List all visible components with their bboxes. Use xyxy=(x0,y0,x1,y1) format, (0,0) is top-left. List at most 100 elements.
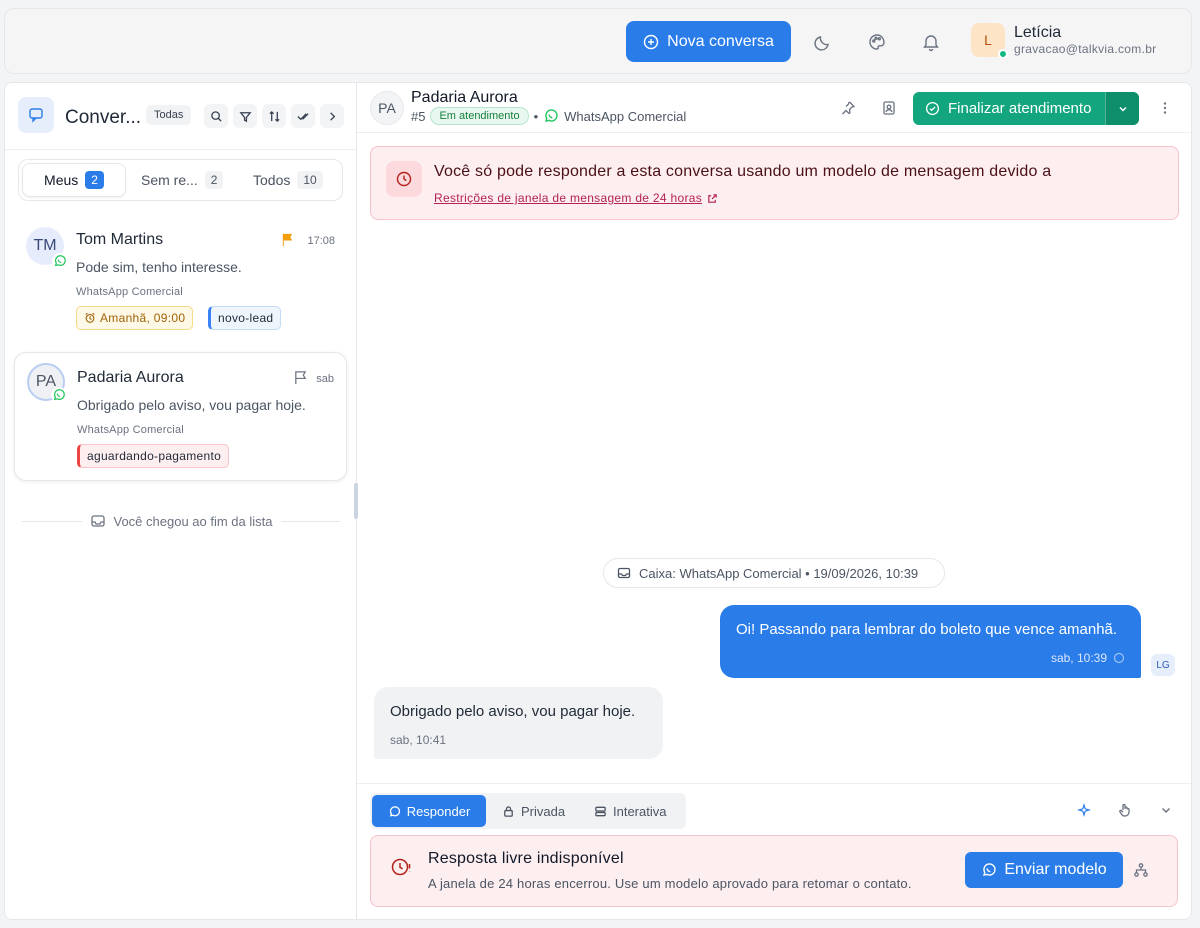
message-text: Oi! Passando para lembrar do boleto que … xyxy=(736,621,1118,638)
send-template-label: Enviar modelo xyxy=(1004,861,1107,878)
inbox-check-icon xyxy=(90,515,105,527)
alert-text: Você só pode responder a esta conversa u… xyxy=(434,163,1052,180)
search-icon xyxy=(210,110,222,122)
tab-unassigned[interactable]: Sem re... 2 xyxy=(131,163,233,197)
user-email: gravacao@talkvia.com.br xyxy=(1014,42,1157,56)
inbox-name: WhatsApp Comercial xyxy=(77,424,184,436)
label-tag[interactable]: aguardando-pagamento xyxy=(77,444,230,468)
contact-card-icon[interactable] xyxy=(881,100,897,116)
new-conversation-button[interactable]: Nova conversa xyxy=(626,21,791,62)
check-circle-icon xyxy=(925,101,940,116)
finalize-button-group: Finalizar atendimento xyxy=(913,92,1139,125)
message-time-text: sab, 10:39 xyxy=(1050,651,1107,665)
new-conversation-label: Nova conversa xyxy=(667,32,774,50)
conversation-sidebar: Conver... Todas Meus 2 Sem re... 2 Todos… xyxy=(5,83,357,919)
mode-private[interactable]: Privada xyxy=(490,795,577,827)
tab-label: Sem re... xyxy=(141,172,198,188)
sort-button[interactable] xyxy=(262,104,286,128)
tab-count: 10 xyxy=(297,171,323,189)
tab-mine[interactable]: Meus 2 xyxy=(22,163,126,197)
send-template-button[interactable]: Enviar modelo xyxy=(965,852,1123,888)
message-time: sab, 10:39 xyxy=(1051,651,1125,665)
alert-link[interactable]: Restrições de janela de mensagem de 24 h… xyxy=(434,191,718,205)
last-message: Pode sim, tenho interesse. xyxy=(76,259,242,275)
conversation-item[interactable]: TM Tom Martins 17:08 Pode sim, tenho int… xyxy=(14,213,347,337)
interactive-blocks-icon xyxy=(595,806,606,816)
moon-icon[interactable] xyxy=(813,32,833,52)
status-badge: Em atendimento xyxy=(430,107,529,125)
agent-avatar: LG xyxy=(1151,654,1175,676)
alert-title: Resposta livre indisponível xyxy=(428,850,624,867)
hand-pointer-icon[interactable] xyxy=(1117,802,1133,818)
main-shell: Conver... Todas Meus 2 Sem re... 2 Todos… xyxy=(4,82,1192,920)
tab-all[interactable]: Todos 10 xyxy=(243,163,333,197)
contact-avatar: TM xyxy=(26,227,68,269)
contact-avatar: PA xyxy=(27,363,67,403)
conversation-item-selected[interactable]: PA Padaria Aurora sab Obrigado pelo avis… xyxy=(14,352,347,481)
plus-circle-icon xyxy=(643,34,659,49)
reminder-tag[interactable]: Amanhã, 09:00 xyxy=(76,306,194,330)
mode-label: Responder xyxy=(406,803,471,819)
palette-icon[interactable] xyxy=(867,32,887,52)
filter-button[interactable] xyxy=(233,104,257,128)
inbox-event: Caixa: WhatsApp Comercial • 19/09/2026, … xyxy=(603,558,945,588)
sidebar-header: Conver... Todas xyxy=(5,83,356,150)
chevron-right-icon xyxy=(329,111,335,121)
tab-count: 2 xyxy=(204,171,224,189)
more-vertical-icon[interactable] xyxy=(1157,100,1173,116)
sparkles-icon[interactable] xyxy=(1076,802,1092,818)
mode-reply[interactable]: Responder xyxy=(372,795,486,827)
mode-interactive[interactable]: Interativa xyxy=(582,795,678,827)
end-of-list: Você chegou ao fim da lista xyxy=(22,511,340,531)
incoming-message[interactable]: Obrigado pelo aviso, vou pagar hoje. sab… xyxy=(374,687,663,759)
tab-count: 2 xyxy=(85,171,104,189)
alarm-clock-icon xyxy=(85,312,95,323)
user-menu[interactable]: L Letícia gravacao@talkvia.com.br xyxy=(971,23,1157,59)
filter-all-chip[interactable]: Todas xyxy=(146,105,192,125)
clock-alert-icon xyxy=(386,161,422,197)
lock-icon xyxy=(504,805,513,817)
message-time: sab, 10:41 xyxy=(390,733,447,747)
flag-outline-icon[interactable] xyxy=(293,370,308,385)
collapse-sidebar-button[interactable] xyxy=(320,104,344,128)
clock-alert-icon xyxy=(391,858,411,876)
user-name: Letícia xyxy=(1014,24,1062,41)
sort-icon xyxy=(268,110,280,122)
message-text: Obrigado pelo aviso, vou pagar hoje. xyxy=(390,703,636,720)
contact-avatar[interactable]: PA xyxy=(370,91,404,125)
conversations-icon xyxy=(18,97,54,133)
user-initial: L xyxy=(984,32,992,48)
double-check-icon xyxy=(296,112,309,120)
flag-icon[interactable] xyxy=(280,232,295,247)
mark-read-button[interactable] xyxy=(291,104,315,128)
contact-name: Tom Martins xyxy=(76,231,164,248)
tab-label: Meus xyxy=(44,172,79,188)
finalize-button[interactable]: Finalizar atendimento xyxy=(913,100,1105,117)
sidebar-resize-handle[interactable] xyxy=(354,483,358,519)
mode-label: Interativa xyxy=(613,803,667,819)
workflow-icon[interactable] xyxy=(1133,862,1149,878)
whatsapp-icon xyxy=(983,863,997,876)
chat-bubble-icon xyxy=(389,805,400,817)
inbox-event-text: Caixa: WhatsApp Comercial • 19/09/2026, … xyxy=(639,565,919,581)
reply-mode-switch: Responder Privada Interativa xyxy=(370,793,686,829)
label-tag[interactable]: novo-lead xyxy=(208,306,282,330)
conversation-time: 17:08 xyxy=(307,235,335,247)
user-avatar: L xyxy=(971,23,1008,59)
alert-description: A janela de 24 horas encerrou. Use um mo… xyxy=(428,876,912,891)
finalize-options-button[interactable] xyxy=(1105,92,1139,125)
reminder-label: Amanhã, 09:00 xyxy=(100,311,186,325)
pin-icon[interactable] xyxy=(840,100,856,116)
search-button[interactable] xyxy=(204,104,228,128)
message-window-alert: Você só pode responder a esta conversa u… xyxy=(370,146,1179,220)
outgoing-message[interactable]: Oi! Passando para lembrar do boleto que … xyxy=(720,605,1141,678)
whatsapp-icon xyxy=(52,253,68,269)
chevron-down-icon[interactable] xyxy=(1158,802,1174,818)
bell-icon[interactable] xyxy=(921,32,941,52)
conversation-meta: #5 Em atendimento • WhatsApp Comercial xyxy=(411,107,686,125)
filter-icon xyxy=(239,111,251,122)
contact-name[interactable]: Padaria Aurora xyxy=(411,89,518,107)
external-link-icon xyxy=(708,193,717,203)
sent-status-icon xyxy=(1113,652,1125,664)
meta-separator: • xyxy=(533,108,539,124)
